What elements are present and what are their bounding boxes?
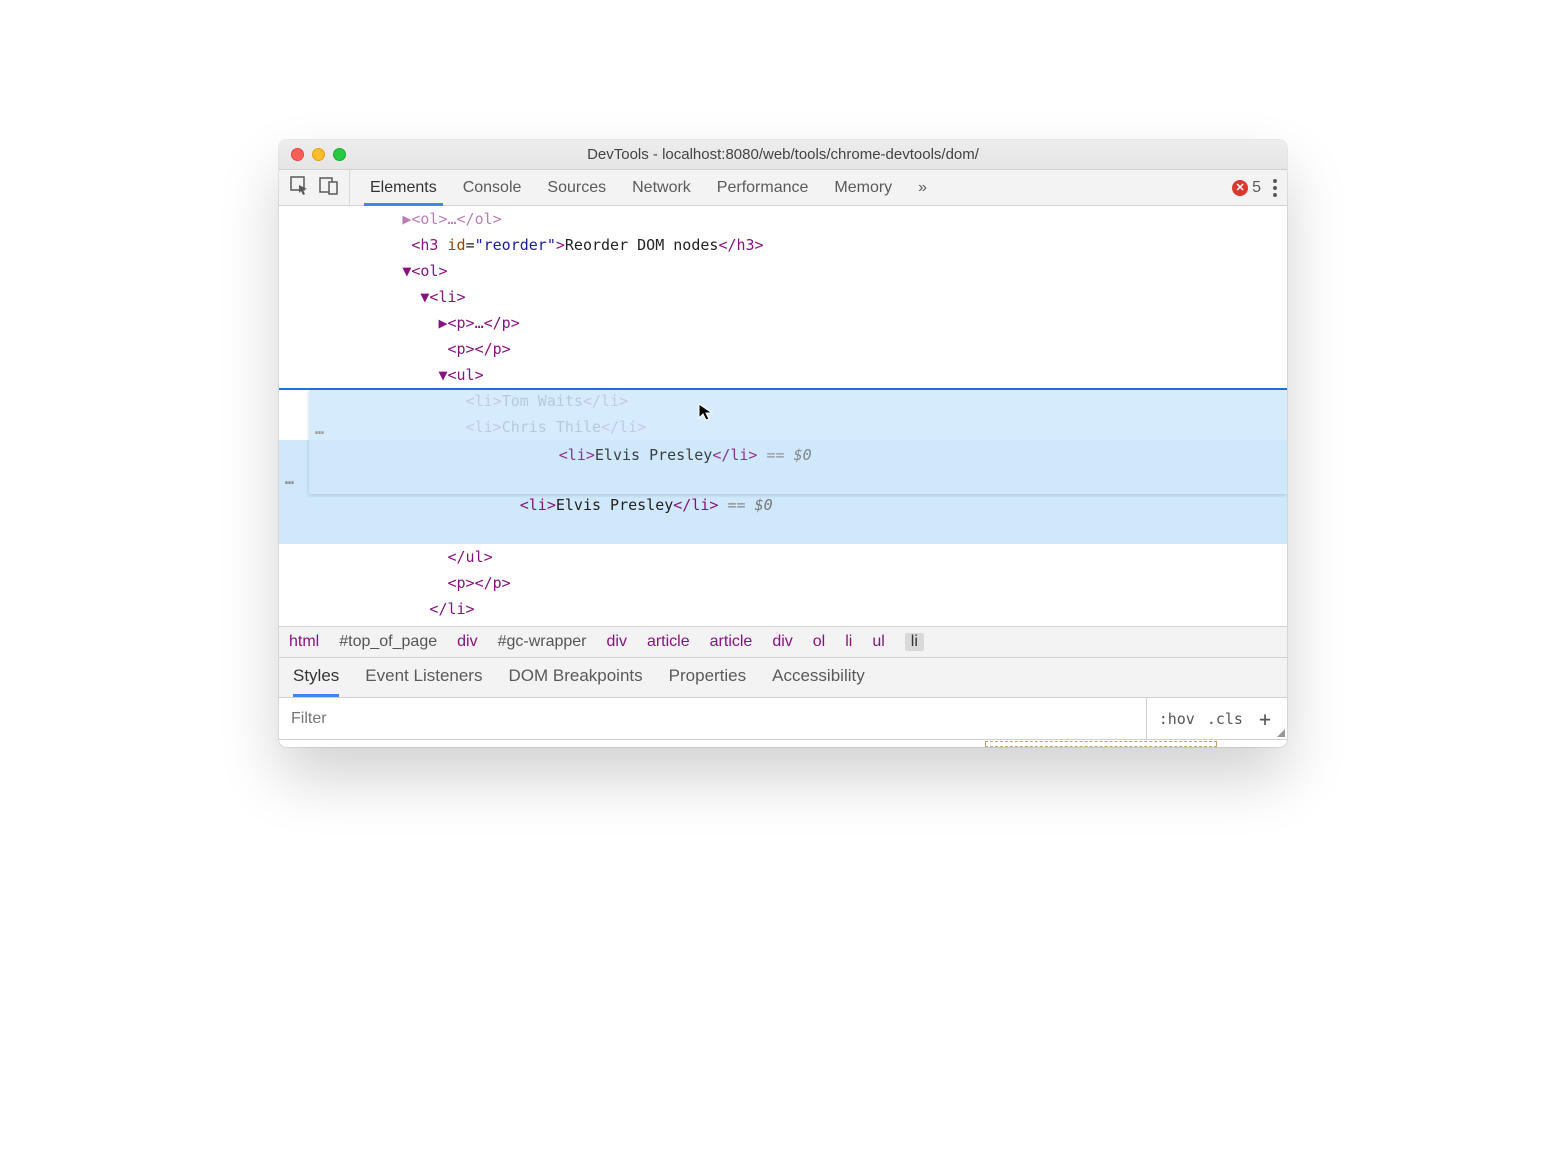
crumb[interactable]: article xyxy=(647,633,690,651)
crumb[interactable]: ol xyxy=(813,633,825,651)
settings-menu-button[interactable] xyxy=(1273,179,1277,197)
styles-filter-input[interactable] xyxy=(279,710,1146,728)
toggle-cls[interactable]: .cls xyxy=(1207,710,1243,728)
styles-pane-tabs: Styles Event Listeners DOM Breakpoints P… xyxy=(279,657,1287,697)
crumb[interactable]: #top_of_page xyxy=(339,633,437,651)
crumb[interactable]: #gc-wrapper xyxy=(498,633,587,651)
tree-row[interactable]: ▼<ul> xyxy=(279,362,1287,388)
crumb[interactable]: article xyxy=(710,633,753,651)
box-model-preview xyxy=(279,739,1287,747)
tree-row-h3[interactable]: <h3 id="reorder">Reorder DOM nodes</h3> xyxy=(279,232,1287,258)
row-menu-icon[interactable]: … xyxy=(315,416,326,442)
tab-sources[interactable]: Sources xyxy=(547,179,606,197)
tree-row[interactable]: </ul> xyxy=(279,544,1287,570)
dom-tree[interactable]: ▶<ol>…</ol> <h3 id="reorder">Reorder DOM… xyxy=(279,206,1287,626)
tree-row[interactable]: <p></p> xyxy=(279,570,1287,596)
inspect-element-icon[interactable] xyxy=(289,175,309,200)
tree-row[interactable]: ▼<ol> xyxy=(279,258,1287,284)
crumb[interactable]: ul xyxy=(872,633,884,651)
tab-memory[interactable]: Memory xyxy=(834,179,892,197)
tree-row[interactable]: ▶<p>…</p> xyxy=(279,310,1287,336)
device-toolbar-icon[interactable] xyxy=(319,175,339,200)
error-count-value: 5 xyxy=(1252,179,1261,197)
tree-row[interactable]: ▶<li>…</li> xyxy=(279,622,1287,626)
titlebar[interactable]: DevTools - localhost:8080/web/tools/chro… xyxy=(279,140,1287,170)
crumb-selected[interactable]: li xyxy=(905,633,924,651)
close-window-button[interactable] xyxy=(291,148,304,161)
tree-row[interactable]: </li> xyxy=(279,596,1287,622)
new-style-rule-button[interactable]: + xyxy=(1255,709,1275,729)
traffic-lights xyxy=(291,148,346,161)
tree-row[interactable]: ▶<ol>…</ol> xyxy=(279,206,1287,232)
window-title: DevTools - localhost:8080/web/tools/chro… xyxy=(279,146,1287,163)
error-count-badge[interactable]: ✕ 5 xyxy=(1232,179,1261,197)
minimize-window-button[interactable] xyxy=(312,148,325,161)
toggle-hov[interactable]: :hov xyxy=(1159,710,1195,728)
tree-row[interactable]: ▼<li> xyxy=(279,284,1287,310)
main-toolbar: Elements Console Sources Network Perform… xyxy=(279,170,1287,206)
crumb[interactable]: li xyxy=(845,633,852,651)
subtab-accessibility[interactable]: Accessibility xyxy=(772,666,865,697)
breadcrumb: html #top_of_page div #gc-wrapper div ar… xyxy=(279,626,1287,657)
devtools-window: DevTools - localhost:8080/web/tools/chro… xyxy=(279,140,1287,747)
subtab-dom-breakpoints[interactable]: DOM Breakpoints xyxy=(508,666,642,697)
subtab-styles[interactable]: Styles xyxy=(293,666,339,697)
crumb[interactable]: div xyxy=(457,633,477,651)
tab-performance[interactable]: Performance xyxy=(717,179,809,197)
tabs-overflow[interactable]: » xyxy=(918,179,927,197)
tab-elements[interactable]: Elements xyxy=(370,179,437,197)
tab-console[interactable]: Console xyxy=(463,179,522,197)
subtab-event-listeners[interactable]: Event Listeners xyxy=(365,666,482,697)
tab-network[interactable]: Network xyxy=(632,179,691,197)
resize-corner-icon[interactable] xyxy=(1277,729,1285,737)
panel-tabs: Elements Console Sources Network Perform… xyxy=(358,170,927,205)
error-icon: ✕ xyxy=(1232,180,1248,196)
styles-toolbar: :hov .cls + xyxy=(279,697,1287,739)
crumb[interactable]: html xyxy=(289,633,319,651)
crumb[interactable]: div xyxy=(607,633,627,651)
zoom-window-button[interactable] xyxy=(333,148,346,161)
tree-row[interactable]: <p></p> xyxy=(279,336,1287,362)
crumb[interactable]: div xyxy=(772,633,792,651)
row-menu-icon[interactable]: … xyxy=(285,466,296,492)
subtab-properties[interactable]: Properties xyxy=(669,666,746,697)
drag-ghost-row[interactable]: … <li>Elvis Presley</li> == $0 xyxy=(309,390,1287,494)
